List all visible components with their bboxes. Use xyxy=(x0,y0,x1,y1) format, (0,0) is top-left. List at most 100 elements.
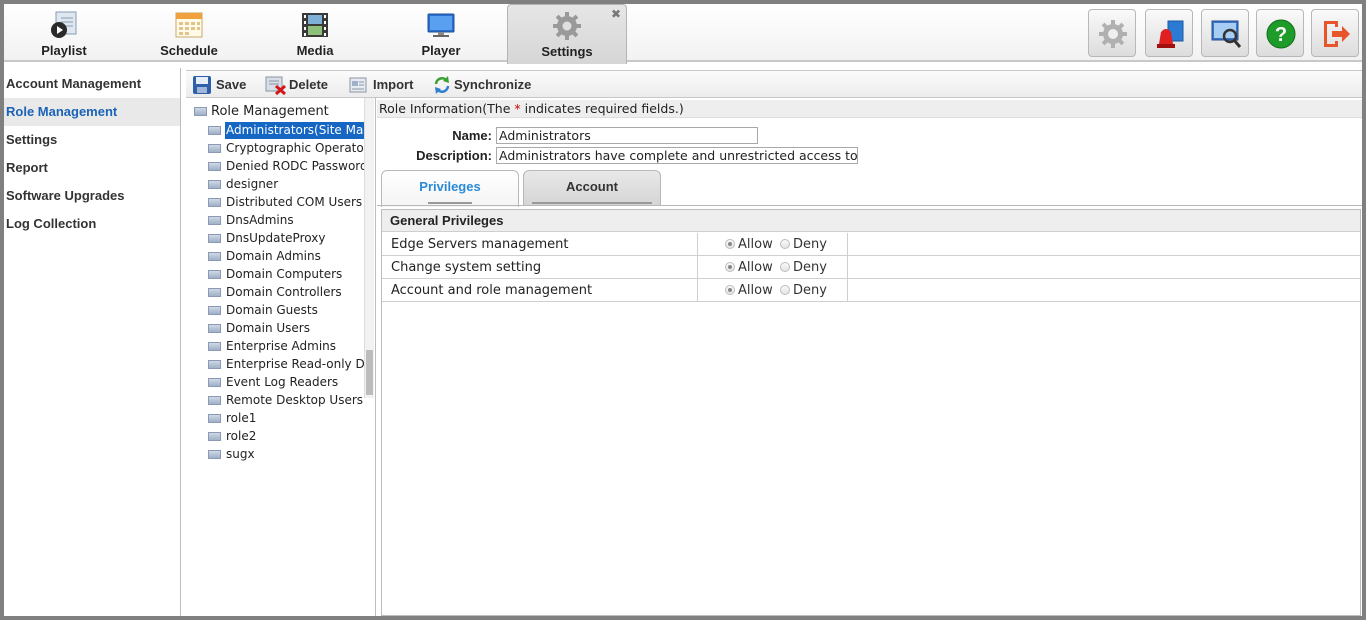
tree-node-label: Cryptographic Operators xyxy=(226,141,364,155)
tab-media[interactable]: Media xyxy=(255,4,375,62)
allow-radio[interactable] xyxy=(725,285,735,295)
tree-scrollbar[interactable] xyxy=(364,98,374,398)
tree-node[interactable]: Administrators(Site Management) xyxy=(208,122,364,140)
role-icon xyxy=(208,162,221,171)
tree-node[interactable]: sugx xyxy=(208,446,364,464)
allow-label: Allow xyxy=(738,260,773,275)
role-icon xyxy=(208,252,221,261)
privilege-row: Edge Servers management Allow Deny xyxy=(382,233,1360,256)
monitor-search-button[interactable] xyxy=(1201,9,1249,57)
media-icon xyxy=(300,10,330,40)
tree-node-label: Domain Computers xyxy=(226,267,343,281)
tree-node[interactable]: Remote Desktop Users xyxy=(208,392,364,410)
role-icon xyxy=(208,270,221,279)
sidebar-item-settings[interactable]: Settings xyxy=(4,126,180,154)
privilege-name: Account and role management xyxy=(391,283,593,298)
save-button[interactable]: Save xyxy=(192,74,252,96)
action-toolbar: Save Delete Import Synchronize xyxy=(186,70,1362,98)
allow-radio[interactable] xyxy=(725,262,735,272)
app-window: Playlist Schedule Media Player Settings … xyxy=(4,4,1362,616)
tree-node[interactable]: role1 xyxy=(208,410,364,428)
deny-radio[interactable] xyxy=(780,239,790,249)
tab-account[interactable]: Account xyxy=(523,170,661,206)
sidebar-item-log-collection[interactable]: Log Collection xyxy=(4,210,180,238)
column-divider xyxy=(847,233,848,256)
tree-node-label: sugx xyxy=(226,447,255,461)
role-icon xyxy=(208,198,221,207)
tree-node-label: Enterprise Admins xyxy=(226,339,337,353)
alarm-button[interactable] xyxy=(1145,9,1193,57)
import-button[interactable]: Import xyxy=(349,74,421,96)
group-icon xyxy=(194,107,207,116)
logout-button[interactable] xyxy=(1311,9,1359,57)
tree-node[interactable]: Domain Computers xyxy=(208,266,364,284)
tree-node[interactable]: Distributed COM Users xyxy=(208,194,364,212)
privileges-panel: General Privileges Edge Servers manageme… xyxy=(381,209,1361,616)
settings-icon xyxy=(552,11,582,41)
tree-node[interactable]: Enterprise Read-only Domain xyxy=(208,356,364,374)
help-button[interactable]: ? xyxy=(1256,9,1304,57)
role-icon xyxy=(208,306,221,315)
deny-label: Deny xyxy=(793,283,827,298)
deny-radio[interactable] xyxy=(780,262,790,272)
tab-player[interactable]: Player xyxy=(381,4,501,62)
save-icon xyxy=(193,76,211,94)
tree-node-label: Domain Admins xyxy=(226,249,321,263)
settings-sidebar: Account Management Role Management Setti… xyxy=(4,68,181,616)
svg-text:?: ? xyxy=(1275,24,1287,46)
tree-node[interactable]: Domain Controllers xyxy=(208,284,364,302)
name-label: Name: xyxy=(452,128,492,143)
tree-node[interactable]: Denied RODC Password xyxy=(208,158,364,176)
column-divider xyxy=(697,256,698,279)
header-prefix: Role Information(The xyxy=(379,101,515,116)
sidebar-item-account-management[interactable]: Account Management xyxy=(4,70,180,98)
deny-label: Deny xyxy=(793,260,827,275)
tree-node-label: Domain Controllers xyxy=(226,285,342,299)
tab-schedule[interactable]: Schedule xyxy=(129,4,249,62)
tree-node-label: Remote Desktop Users xyxy=(226,393,364,407)
tree-node[interactable]: Enterprise Admins xyxy=(208,338,364,356)
sidebar-item-report[interactable]: Report xyxy=(4,154,180,182)
tree-node[interactable]: Domain Users xyxy=(208,320,364,338)
tree-node-label: Administrators(Site Management) xyxy=(225,122,364,139)
tree-node[interactable]: DnsAdmins xyxy=(208,212,364,230)
sidebar-item-software-upgrades[interactable]: Software Upgrades xyxy=(4,182,180,210)
player-icon xyxy=(426,10,456,40)
scrollbar-thumb[interactable] xyxy=(366,350,373,395)
column-divider xyxy=(697,233,698,256)
tree-node[interactable]: Event Log Readers xyxy=(208,374,364,392)
tab-settings[interactable]: Settings ✖ xyxy=(507,4,627,64)
delete-button[interactable]: Delete xyxy=(265,74,335,96)
tab-playlist[interactable]: Playlist xyxy=(4,4,124,62)
tree-node-label: Domain Users xyxy=(226,321,310,335)
tree-node-label: Enterprise Read-only Domain xyxy=(226,357,364,371)
tree-node[interactable]: Domain Guests xyxy=(208,302,364,320)
top-navigation-bar: Playlist Schedule Media Player Settings … xyxy=(4,4,1362,64)
tree-node[interactable]: DnsUpdateProxy xyxy=(208,230,364,248)
general-privileges-header: General Privileges xyxy=(382,210,1360,232)
sidebar-item-role-management[interactable]: Role Management xyxy=(4,98,180,126)
tree-node[interactable]: Domain Admins xyxy=(208,248,364,266)
alarm-icon xyxy=(1157,20,1184,48)
tab-divider xyxy=(377,205,1362,206)
tab-label: Player xyxy=(421,43,461,58)
tab-label: Schedule xyxy=(160,43,218,58)
column-divider xyxy=(847,279,848,302)
tree-node[interactable]: designer xyxy=(208,176,364,194)
system-settings-button[interactable] xyxy=(1088,9,1136,57)
tree-node-label: Denied RODC Password xyxy=(226,159,364,173)
role-tree: Role Management Administrators(Site Mana… xyxy=(186,98,376,616)
tree-node[interactable]: Cryptographic Operators xyxy=(208,140,364,158)
deny-radio[interactable] xyxy=(780,285,790,295)
description-input[interactable]: Administrators have complete and unrestr… xyxy=(496,147,858,164)
allow-radio[interactable] xyxy=(725,239,735,249)
privilege-name: Edge Servers management xyxy=(391,237,569,252)
close-icon[interactable]: ✖ xyxy=(611,7,621,21)
tree-node[interactable]: role2 xyxy=(208,428,364,446)
tab-label: Playlist xyxy=(41,43,87,58)
synchronize-button[interactable]: Synchronize xyxy=(432,74,542,96)
tab-privileges[interactable]: Privileges xyxy=(381,170,519,207)
tree-root[interactable]: Role Management xyxy=(194,104,329,122)
column-divider xyxy=(697,279,698,302)
name-input[interactable]: Administrators xyxy=(496,127,758,144)
